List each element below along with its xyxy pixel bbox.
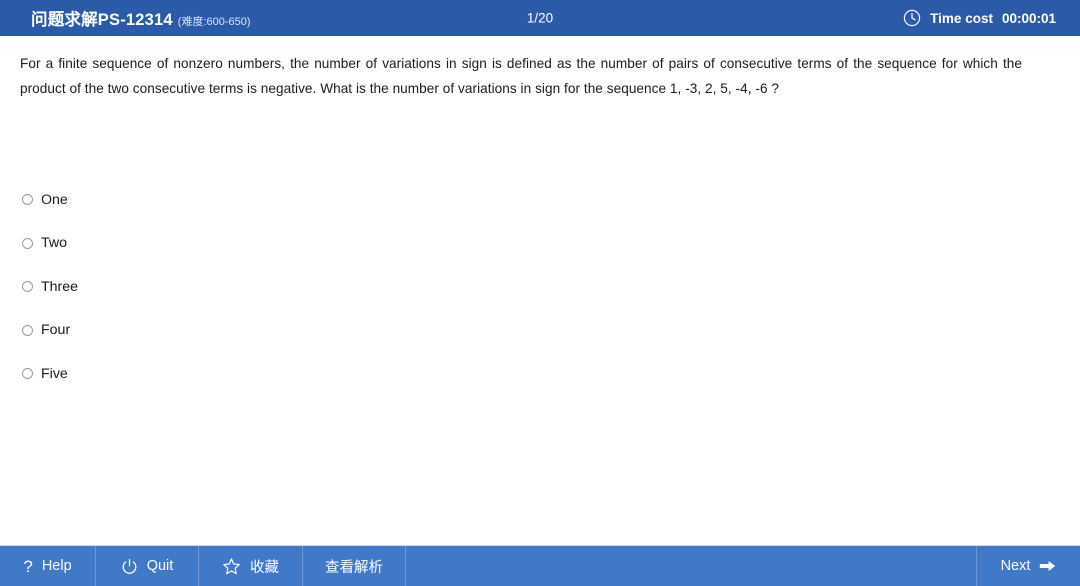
- radio-button-icon[interactable]: [22, 281, 33, 293]
- radio-button-icon[interactable]: [22, 324, 33, 336]
- quiz-app-window: 问题求解PS-12314 (难度:600-650) 1/20 Time cost…: [0, 0, 1080, 586]
- answer-option-1[interactable]: One: [22, 178, 78, 222]
- radio-button-icon[interactable]: [22, 194, 33, 206]
- footer-spacer: [406, 546, 977, 586]
- view-explanation-button[interactable]: 查看解析: [303, 546, 406, 586]
- answer-options-list: One Two Three Four Five: [22, 178, 78, 396]
- answer-option-label: Four: [41, 322, 71, 339]
- question-content-area: For a finite sequence of nonzero numbers…: [0, 36, 1080, 545]
- help-button-label: Help: [41, 558, 72, 574]
- page-title: 问题求解PS-12314 (难度:600-650): [31, 6, 251, 30]
- time-cost-label: Time cost: [930, 10, 993, 26]
- answer-option-label: One: [41, 191, 68, 208]
- answer-option-label: Five: [41, 365, 68, 382]
- answer-option-3[interactable]: Three: [22, 265, 78, 309]
- power-icon: [121, 558, 138, 575]
- help-button[interactable]: ? Help: [0, 546, 96, 586]
- radio-button-icon[interactable]: [22, 368, 33, 380]
- question-mark-icon: ?: [23, 556, 33, 576]
- page-title-main: 问题求解PS-12314: [31, 11, 173, 29]
- answer-option-2[interactable]: Two: [22, 222, 78, 266]
- page-title-difficulty: (难度:600-650): [177, 16, 251, 28]
- answer-option-label: Three: [41, 278, 79, 295]
- favorite-button[interactable]: 收藏: [199, 546, 303, 586]
- clock-icon: [903, 9, 921, 27]
- arrow-right-icon: [1039, 559, 1056, 573]
- answer-option-5[interactable]: Five: [22, 352, 78, 396]
- quit-button-label: Quit: [146, 558, 174, 574]
- quit-button[interactable]: Quit: [96, 546, 199, 586]
- answer-option-4[interactable]: Four: [22, 309, 78, 353]
- favorite-button-label: 收藏: [250, 559, 279, 576]
- radio-button-icon[interactable]: [22, 237, 33, 249]
- footer-toolbar: ? Help Quit 收藏 查看解析 Next: [0, 545, 1080, 586]
- next-button[interactable]: Next: [977, 546, 1080, 586]
- view-explanation-button-label: 查看解析: [325, 559, 383, 576]
- answer-option-label: Two: [41, 235, 68, 252]
- star-icon: [222, 557, 241, 576]
- time-cost-value: 00:00:01: [1001, 10, 1056, 26]
- time-cost-display: Time cost 00:00:01: [903, 9, 1056, 27]
- next-button-label: Next: [1000, 558, 1031, 574]
- question-stem: For a finite sequence of nonzero numbers…: [20, 56, 1022, 96]
- header-bar: 问题求解PS-12314 (难度:600-650) 1/20 Time cost…: [0, 0, 1080, 36]
